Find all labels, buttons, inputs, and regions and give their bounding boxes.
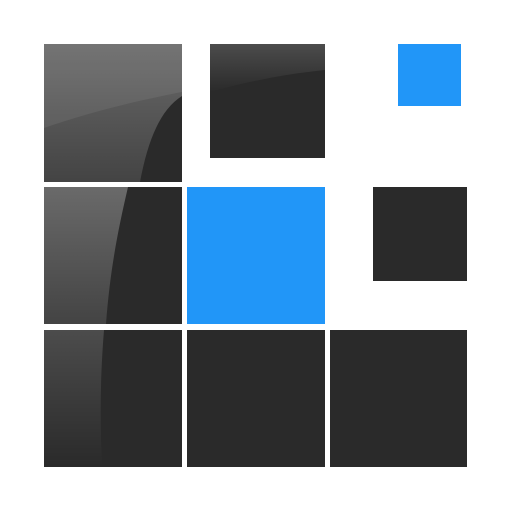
dark-tile-middle-left: [44, 187, 182, 324]
dark-tile-bottom-middle: [187, 330, 325, 467]
blue-tile-center: [187, 187, 325, 324]
dark-tile-bottom-left: [44, 330, 182, 467]
dark-tile-bottom-right: [330, 330, 467, 467]
tile-grid-logo-icon: [0, 0, 512, 512]
dark-tile-top-middle: [210, 44, 325, 158]
dark-tile-middle-right: [373, 187, 467, 281]
dark-tile-top-left: [44, 44, 182, 182]
blue-tile-small-top-right: [398, 44, 461, 106]
